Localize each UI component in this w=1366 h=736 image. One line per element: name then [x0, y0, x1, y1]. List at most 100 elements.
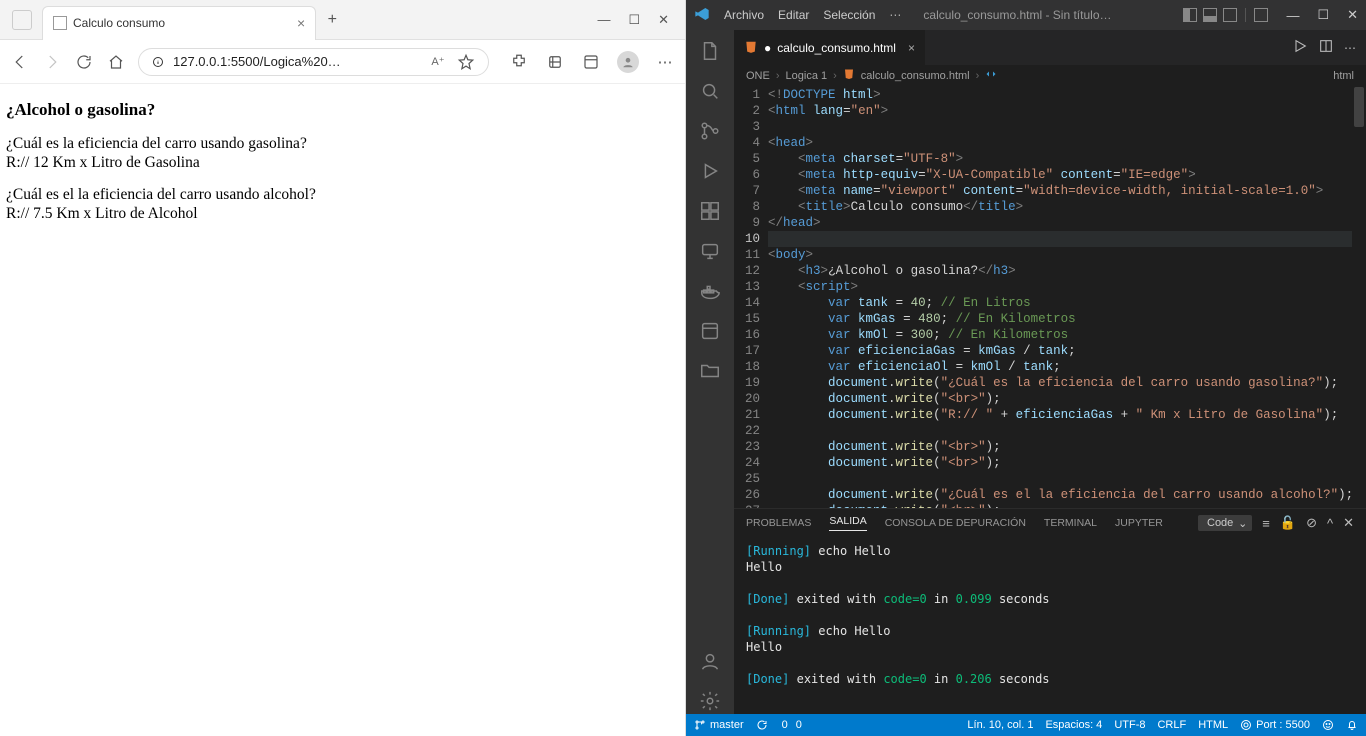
source-control-icon[interactable] — [697, 118, 723, 144]
accounts-icon[interactable] — [697, 648, 723, 674]
panel-tab-jupyter[interactable]: JUPYTER — [1115, 517, 1163, 529]
status-problems[interactable]: 0 0 — [780, 719, 802, 731]
out-line: Hello — [746, 639, 1354, 655]
menu-selection[interactable]: Selección — [823, 8, 875, 22]
editor-scrollbar[interactable] — [1352, 87, 1366, 508]
status-sync[interactable] — [756, 719, 768, 731]
menu-file[interactable]: Archivo — [724, 8, 764, 22]
status-encoding[interactable]: UTF-8 — [1114, 719, 1145, 731]
run-icon[interactable] — [1292, 38, 1308, 57]
clear-output-icon[interactable]: ⊘ — [1306, 515, 1317, 531]
status-feedback-icon[interactable] — [1322, 719, 1334, 731]
breadcrumbs[interactable]: ONE › Logica 1 › calculo_consumo.html › … — [734, 65, 1366, 87]
status-branch[interactable]: master — [694, 719, 744, 731]
status-spaces[interactable]: Espacios: 4 — [1045, 719, 1102, 731]
minimize-button[interactable]: — — [597, 12, 610, 28]
close-tab-icon[interactable]: × — [297, 15, 305, 31]
editor-tabs: ● calculo_consumo.html × ⋯ — [734, 30, 1366, 65]
collections-icon[interactable] — [545, 52, 565, 72]
layout-left-icon[interactable] — [1183, 8, 1197, 22]
tab-actions-icon[interactable] — [12, 10, 32, 30]
bc-item[interactable]: html — [1333, 70, 1354, 82]
output-channel-select[interactable]: Code — [1198, 515, 1252, 531]
code-content[interactable]: <!DOCTYPE html> <html lang="en"> <head> … — [768, 87, 1352, 508]
browser-window: Calculo consumo × + — ☐ ✕ 127.0.0.1:5500… — [0, 0, 686, 736]
settings-gear-icon[interactable] — [697, 688, 723, 714]
panel-tab-output[interactable]: SALIDA — [829, 515, 866, 531]
bc-item[interactable]: ONE — [746, 70, 770, 82]
site-info-icon[interactable] — [151, 55, 165, 69]
search-icon[interactable] — [697, 78, 723, 104]
favorite-icon[interactable] — [456, 52, 476, 72]
more-icon[interactable]: ⋯ — [655, 52, 675, 72]
out-in: in — [934, 592, 948, 606]
refresh-button[interactable] — [74, 52, 94, 72]
code-editor[interactable]: 1234567891011121314151617181920212223242… — [734, 87, 1366, 508]
status-eol[interactable]: CRLF — [1157, 719, 1186, 731]
remote-icon[interactable] — [697, 238, 723, 264]
filter-icon[interactable]: ≡ — [1262, 516, 1270, 531]
home-button[interactable] — [106, 52, 126, 72]
out-sec: seconds — [999, 672, 1050, 686]
panel-tab-debugconsole[interactable]: CONSOLA DE DEPURACIÓN — [885, 517, 1026, 529]
page-a2: R:// 7.5 Km x Litro de Alcohol — [6, 204, 679, 223]
out-running: [Running] — [746, 544, 811, 558]
live-preview-icon[interactable] — [697, 318, 723, 344]
browser-tab-bar: Calculo consumo × + — ☐ ✕ — [0, 0, 685, 40]
profile-avatar[interactable] — [617, 51, 639, 73]
out-time: 0.099 — [956, 592, 992, 606]
vscode-minimize-button[interactable]: — — [1286, 8, 1299, 23]
panel-tab-problems[interactable]: PROBLEMAS — [746, 517, 811, 529]
menu-edit[interactable]: Editar — [778, 8, 809, 22]
maximize-button[interactable]: ☐ — [628, 12, 640, 28]
folder-icon[interactable] — [697, 358, 723, 384]
maximize-panel-icon[interactable]: ^ — [1327, 516, 1333, 531]
out-exit: exited with — [797, 592, 876, 606]
out-in: in — [934, 672, 948, 686]
lock-scroll-icon[interactable]: 🔓 — [1280, 515, 1296, 531]
status-language[interactable]: HTML — [1198, 719, 1228, 731]
line-numbers: 1234567891011121314151617181920212223242… — [734, 87, 768, 508]
menu-overflow[interactable]: ⋯ — [889, 8, 901, 22]
editor-area: ● calculo_consumo.html × ⋯ ONE › Logica … — [734, 30, 1366, 714]
page-a1: R:// 12 Km x Litro de Gasolina — [6, 153, 679, 172]
out-done: [Done] — [746, 672, 789, 686]
panel-tabs: PROBLEMAS SALIDA CONSOLA DE DEPURACIÓN T… — [734, 509, 1366, 537]
bc-item[interactable]: calculo_consumo.html — [861, 70, 970, 82]
docker-icon[interactable] — [697, 278, 723, 304]
panel-tab-terminal[interactable]: TERMINAL — [1044, 517, 1097, 529]
layout-bottom-icon[interactable] — [1203, 8, 1217, 22]
editor-tab[interactable]: ● calculo_consumo.html × — [734, 30, 925, 65]
out-exit: exited with — [797, 672, 876, 686]
scrollbar-thumb[interactable] — [1354, 87, 1364, 127]
back-button[interactable] — [10, 52, 30, 72]
explorer-icon[interactable] — [697, 38, 723, 64]
run-debug-icon[interactable] — [697, 158, 723, 184]
close-panel-icon[interactable]: ✕ — [1343, 515, 1354, 531]
output-body[interactable]: [Running] echo Hello Hello [Done] exited… — [734, 537, 1366, 714]
bc-item[interactable]: Logica 1 — [786, 70, 828, 82]
browser-tab[interactable]: Calculo consumo × — [42, 6, 316, 40]
browser-essentials-icon[interactable] — [581, 52, 601, 72]
vscode-maximize-button[interactable]: ☐ — [1317, 7, 1329, 23]
read-aloud-icon[interactable]: A⁺ — [428, 52, 448, 72]
vscode-body: ● calculo_consumo.html × ⋯ ONE › Logica … — [686, 30, 1366, 714]
url-input[interactable]: 127.0.0.1:5500/Logica%20… A⁺ — [138, 48, 489, 76]
split-editor-icon[interactable] — [1318, 38, 1334, 57]
more-actions-icon[interactable]: ⋯ — [1344, 41, 1356, 55]
vscode-close-button[interactable]: ✕ — [1347, 7, 1358, 23]
new-tab-button[interactable]: + — [320, 8, 344, 32]
status-liveserver[interactable]: Port : 5500 — [1240, 719, 1310, 731]
out-cmd: echo Hello — [818, 544, 890, 558]
status-bell-icon[interactable] — [1346, 719, 1358, 731]
close-editor-tab-icon[interactable]: × — [908, 41, 915, 55]
extensions-icon[interactable] — [697, 198, 723, 224]
layout-customize-icon[interactable] — [1254, 8, 1268, 22]
status-cursor-pos[interactable]: Lín. 10, col. 1 — [967, 719, 1033, 731]
layout-right-icon[interactable] — [1223, 8, 1237, 22]
close-window-button[interactable]: ✕ — [658, 12, 669, 28]
out-code-v: 0 — [919, 672, 926, 686]
vscode-window: Archivo Editar Selección ⋯ calculo_consu… — [686, 0, 1366, 736]
extensions-icon[interactable] — [509, 52, 529, 72]
forward-button[interactable] — [42, 52, 62, 72]
